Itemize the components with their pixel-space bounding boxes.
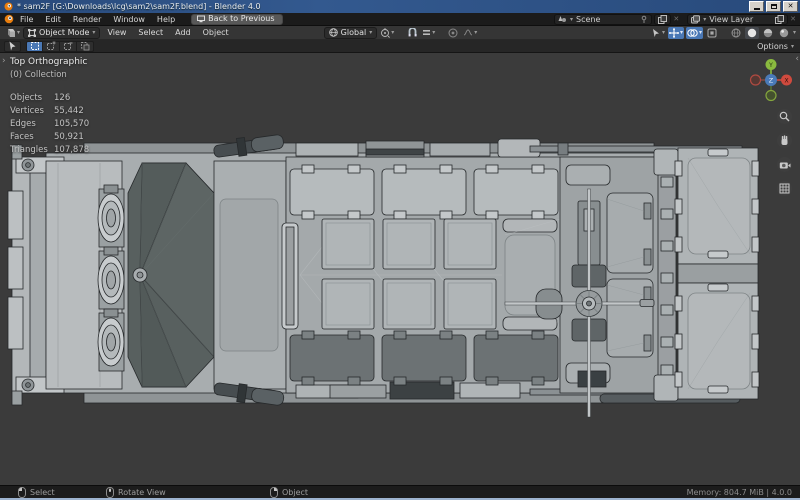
pin-icon[interactable] xyxy=(640,15,648,23)
menu-file[interactable]: File xyxy=(14,15,39,24)
snap-with-icon xyxy=(423,30,431,35)
blender-menu-icon[interactable] xyxy=(4,14,14,24)
menu-view[interactable]: View xyxy=(102,28,131,37)
menu-object[interactable]: Object xyxy=(198,28,234,37)
select-mode-extend-button[interactable] xyxy=(43,40,60,52)
svg-text:Z: Z xyxy=(769,77,774,85)
wireframe-sphere-icon xyxy=(731,28,741,37)
shading-dropdown[interactable]: ▾ xyxy=(793,29,796,36)
gizmo-axis-y-negative xyxy=(765,89,777,102)
select-mode-group xyxy=(26,40,94,52)
menu-render[interactable]: Render xyxy=(67,15,107,24)
select-tool-cursor-icon xyxy=(9,41,16,51)
keymap-rotate-view: Rotate View xyxy=(106,486,166,498)
toolbar-toggle-arrow[interactable]: › xyxy=(2,56,6,66)
transform-orientation-dropdown[interactable]: Global ▾ xyxy=(323,26,378,39)
select-mode-intersect-button[interactable] xyxy=(77,40,94,52)
pivot-icon xyxy=(381,27,391,38)
new-layer-icon[interactable] xyxy=(775,14,785,24)
solid-sphere-icon xyxy=(747,28,757,37)
zoom-icon[interactable] xyxy=(777,109,792,124)
snap-toggle[interactable] xyxy=(405,27,419,39)
camera-view-icon[interactable] xyxy=(777,157,792,172)
scene-icon xyxy=(558,15,566,22)
proportional-circle-icon xyxy=(448,28,458,37)
menu-edit[interactable]: Edit xyxy=(39,15,67,24)
navigation-gizmo[interactable]: Y X Z xyxy=(748,57,794,103)
mouse-left-icon xyxy=(18,486,26,498)
selectability-cursor-icon xyxy=(652,28,659,37)
memory-usage: Memory: 804.7 MiB | 4.0.0 xyxy=(686,487,792,497)
xray-icon xyxy=(707,28,717,37)
falloff-curve-icon xyxy=(464,29,473,36)
status-bar: Select Rotate View Object Memory: 804.7 … xyxy=(0,485,800,498)
pan-hand-icon[interactable] xyxy=(777,133,792,148)
show-overlays-toggle[interactable]: ▾ xyxy=(685,26,703,39)
gizmo-axis-x-negative xyxy=(749,74,762,86)
restore-button[interactable] xyxy=(766,1,781,12)
scene-selector[interactable]: ▾ Scene xyxy=(553,13,653,25)
mode-dropdown[interactable]: Object Mode ▾ xyxy=(23,26,101,39)
viewport-header: ▾ Object Mode ▾ View Select Add Object G… xyxy=(0,26,800,40)
menu-select[interactable]: Select xyxy=(133,28,168,37)
duplicate-icon xyxy=(658,14,668,24)
proportional-falloff-dropdown[interactable]: ▾ xyxy=(462,27,478,39)
pivot-point-dropdown[interactable]: ▾ xyxy=(379,27,395,39)
viewport-nav-icons xyxy=(777,109,792,196)
gizmo-arrows-icon xyxy=(668,27,679,38)
keymap-object: Object xyxy=(270,486,308,498)
show-gizmo-toggle[interactable]: ▾ xyxy=(667,26,684,39)
menu-help[interactable]: Help xyxy=(151,15,181,24)
new-scene-button[interactable] xyxy=(654,13,672,25)
overlays-icon xyxy=(687,28,698,37)
keymap-select: Select xyxy=(18,486,55,498)
menu-window[interactable]: Window xyxy=(107,15,151,24)
shading-material-button[interactable] xyxy=(761,27,775,39)
menu-add[interactable]: Add xyxy=(170,28,196,37)
window-titlebar: * sam2F [G:\Downloads\lcg\sam2\sam2F.ble… xyxy=(0,0,800,13)
proportional-editing-toggle[interactable] xyxy=(446,27,460,39)
perspective-toggle-icon[interactable] xyxy=(777,181,792,196)
mouse-right-icon xyxy=(270,486,278,498)
blender-logo-icon xyxy=(4,2,13,11)
vehicle-model-top-view xyxy=(7,134,760,418)
unlink-scene-icon[interactable]: ✕ xyxy=(673,15,679,23)
svg-text:X: X xyxy=(784,77,788,84)
globe-icon xyxy=(328,28,338,37)
select-mode-set-button[interactable] xyxy=(26,40,43,52)
object-mode-icon xyxy=(28,28,37,37)
sidebar-toggle-arrow[interactable]: ‹ xyxy=(795,54,799,64)
editor-type-selector[interactable]: ▾ xyxy=(4,27,21,39)
screen-icon xyxy=(197,15,206,22)
options-dropdown[interactable]: Options ▾ xyxy=(757,42,796,51)
window-title: * sam2F [G:\Downloads\lcg\sam2\sam2F.ble… xyxy=(17,2,261,11)
svg-text:Y: Y xyxy=(768,62,773,69)
remove-layer-icon[interactable]: ✕ xyxy=(790,15,796,23)
object-visibility-dropdown[interactable]: ▾ xyxy=(650,27,666,39)
topbar: File Edit Render Window Help Back to Pre… xyxy=(0,13,800,26)
back-to-previous-button[interactable]: Back to Previous xyxy=(191,13,283,25)
material-sphere-icon xyxy=(763,28,773,37)
view-layer-icon xyxy=(691,14,701,23)
close-button[interactable]: ✕ xyxy=(783,1,798,12)
tool-settings-bar: Options ▾ xyxy=(0,40,800,53)
viewport-canvas[interactable]: › ‹ Top Orthographic (0) Collection Obje… xyxy=(0,53,800,485)
editor-3d-viewport-icon xyxy=(8,28,15,37)
active-tool-button[interactable] xyxy=(4,40,21,52)
shading-solid-button[interactable] xyxy=(744,26,759,39)
view-layer-selector[interactable]: ▾ View Layer xyxy=(687,13,789,25)
snap-settings-dropdown[interactable]: ▾ xyxy=(421,27,436,39)
xray-toggle[interactable] xyxy=(705,27,719,39)
shading-rendered-button[interactable] xyxy=(777,27,791,39)
rendered-sphere-icon xyxy=(779,28,789,37)
mouse-middle-icon xyxy=(106,486,114,498)
minimize-button[interactable] xyxy=(749,1,764,12)
select-mode-subtract-button[interactable] xyxy=(60,40,77,52)
magnet-icon xyxy=(408,27,417,36)
shading-wireframe-button[interactable] xyxy=(729,27,743,39)
